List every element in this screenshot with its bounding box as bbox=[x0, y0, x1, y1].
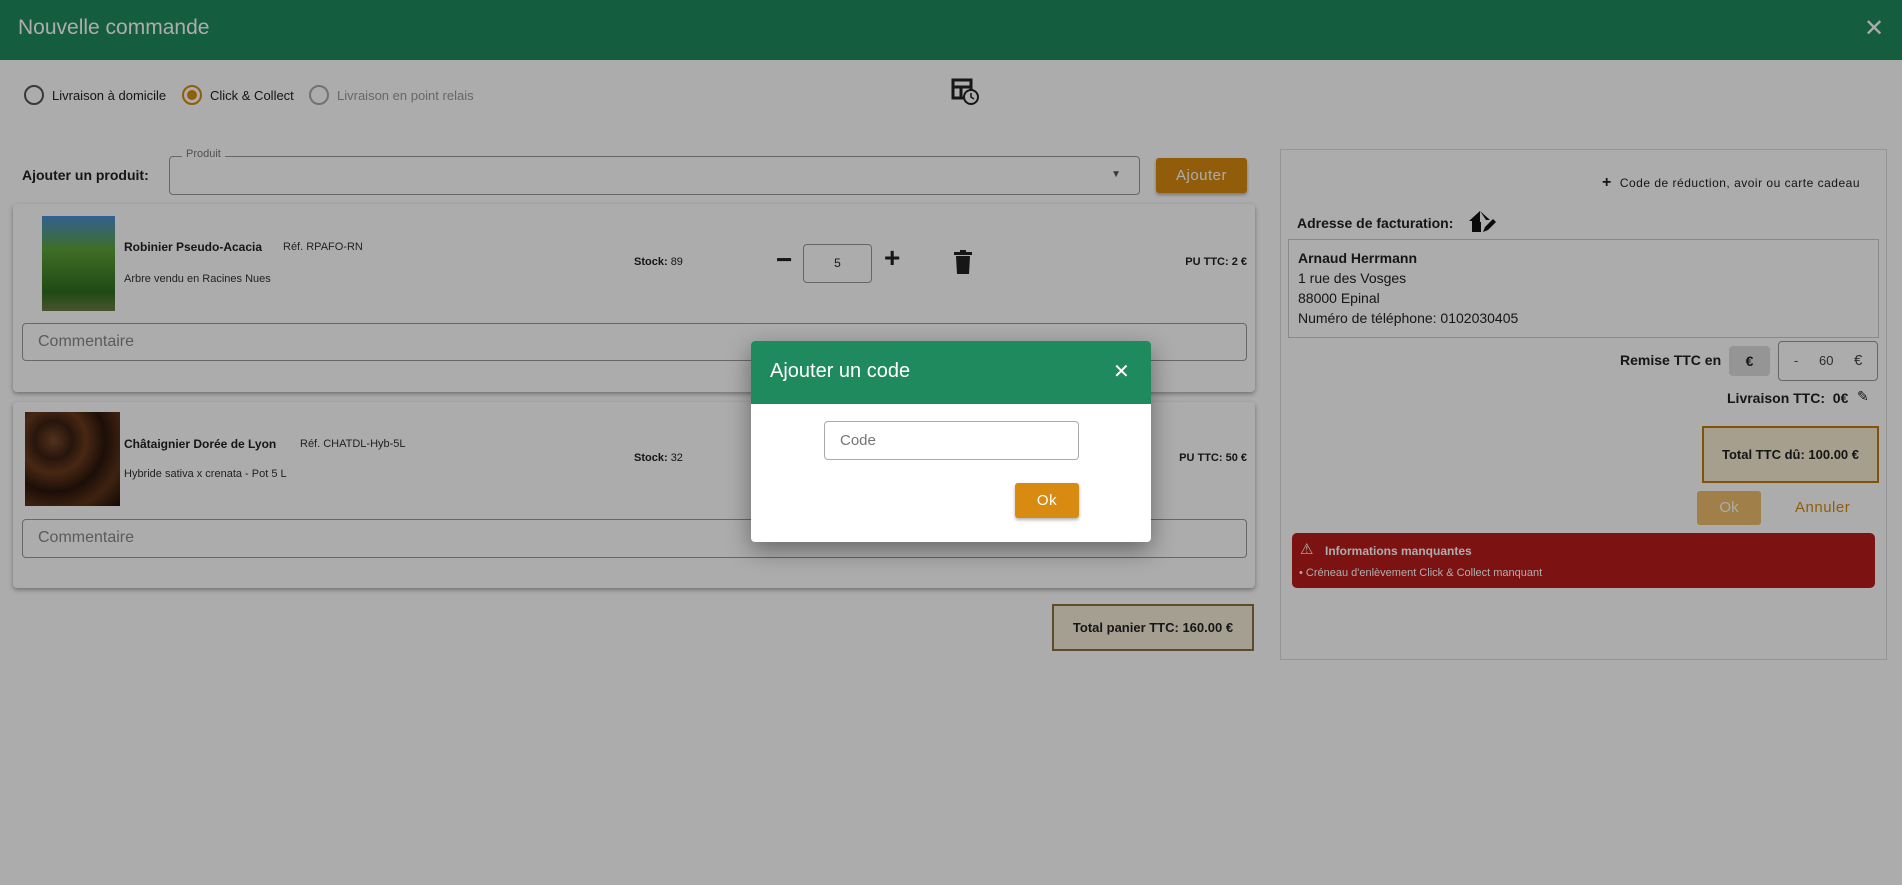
add-code-modal: Ajouter un code ✕ Ok bbox=[751, 341, 1151, 542]
modal-header: Ajouter un code ✕ bbox=[751, 341, 1151, 404]
close-icon[interactable]: ✕ bbox=[1113, 359, 1130, 384]
code-input[interactable] bbox=[824, 421, 1079, 460]
modal-ok-button[interactable]: Ok bbox=[1015, 483, 1079, 518]
modal-title: Ajouter un code bbox=[770, 360, 911, 382]
